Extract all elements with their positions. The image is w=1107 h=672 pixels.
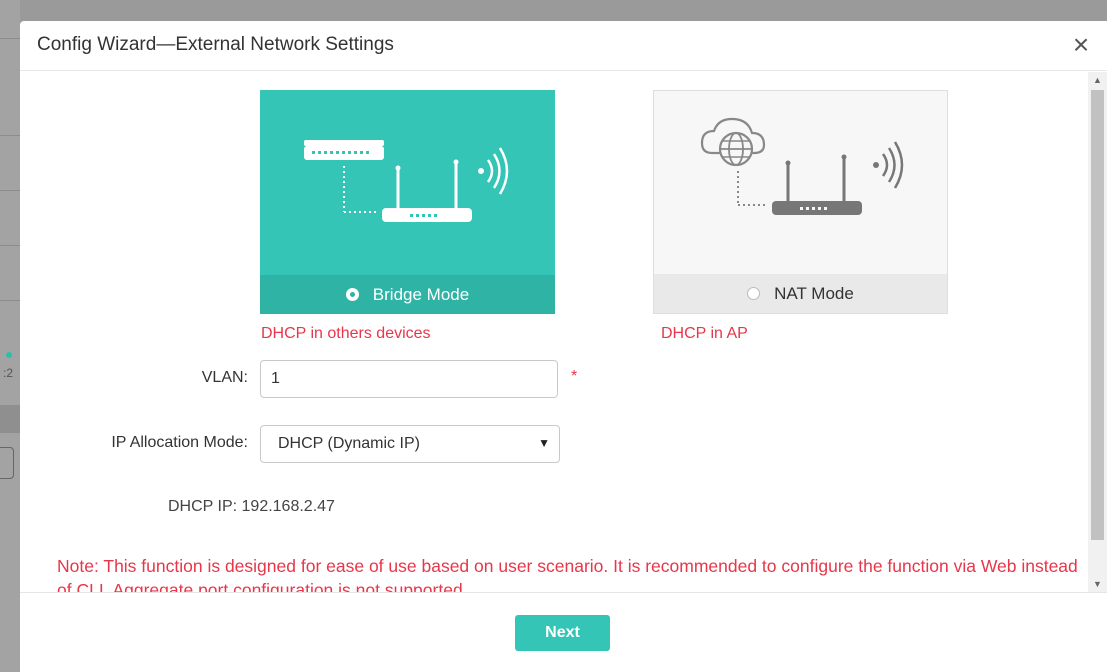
- note-text: Note: This function is designed for ease…: [57, 556, 1078, 592]
- dialog-footer: Next: [20, 592, 1107, 672]
- switch-router-wifi-icon: [304, 140, 509, 222]
- dialog-body: Bridge Mode NAT Mode DHCP in others devi…: [20, 72, 1107, 592]
- close-icon[interactable]: ×: [1069, 30, 1093, 60]
- background-page: :2: [0, 0, 20, 672]
- dhcp-ip-value: 192.168.2.47: [241, 498, 335, 515]
- nat-mode-card[interactable]: NAT Mode: [653, 90, 948, 314]
- bridge-mode-label: Bridge Mode: [372, 284, 470, 304]
- scroll-up-arrow-icon[interactable]: ▲: [1088, 72, 1107, 88]
- config-wizard-dialog: Config Wizard—External Network Settings …: [20, 21, 1107, 672]
- bridge-mode-description: DHCP in others devices: [261, 325, 431, 342]
- ip-allocation-mode-label: IP Allocation Mode:: [111, 434, 248, 451]
- ip-allocation-mode-select[interactable]: DHCP (Dynamic IP) ▼: [260, 425, 560, 463]
- nat-mode-label: NAT Mode: [774, 283, 854, 303]
- vlan-input[interactable]: [260, 360, 558, 398]
- nat-mode-radio[interactable]: [747, 287, 761, 300]
- bridge-mode-card[interactable]: Bridge Mode: [260, 90, 555, 314]
- next-button[interactable]: Next: [515, 615, 610, 651]
- cloud-router-wifi-icon: [700, 117, 904, 215]
- required-mark: *: [571, 368, 578, 385]
- dhcp-ip-label: DHCP IP:: [168, 498, 238, 515]
- bridge-mode-option[interactable]: Bridge Mode: [260, 275, 555, 314]
- vlan-label: VLAN:: [201, 369, 248, 386]
- bridge-mode-radio[interactable]: [345, 288, 359, 301]
- ip-allocation-mode-value: DHCP (Dynamic IP): [278, 435, 420, 452]
- dialog-title: Config Wizard—External Network Settings: [37, 34, 394, 55]
- nat-mode-option[interactable]: NAT Mode: [654, 274, 947, 313]
- nat-mode-description: DHCP in AP: [661, 325, 748, 342]
- vertical-scrollbar[interactable]: ▲ ▼: [1088, 72, 1107, 592]
- dhcp-ip-row: DHCP IP: 192.168.2.47: [168, 498, 335, 516]
- dialog-header: Config Wizard—External Network Settings …: [20, 21, 1107, 71]
- scrollbar-thumb[interactable]: [1091, 90, 1104, 540]
- chevron-down-icon: ▼: [538, 436, 550, 450]
- scroll-down-arrow-icon[interactable]: ▼: [1088, 576, 1107, 592]
